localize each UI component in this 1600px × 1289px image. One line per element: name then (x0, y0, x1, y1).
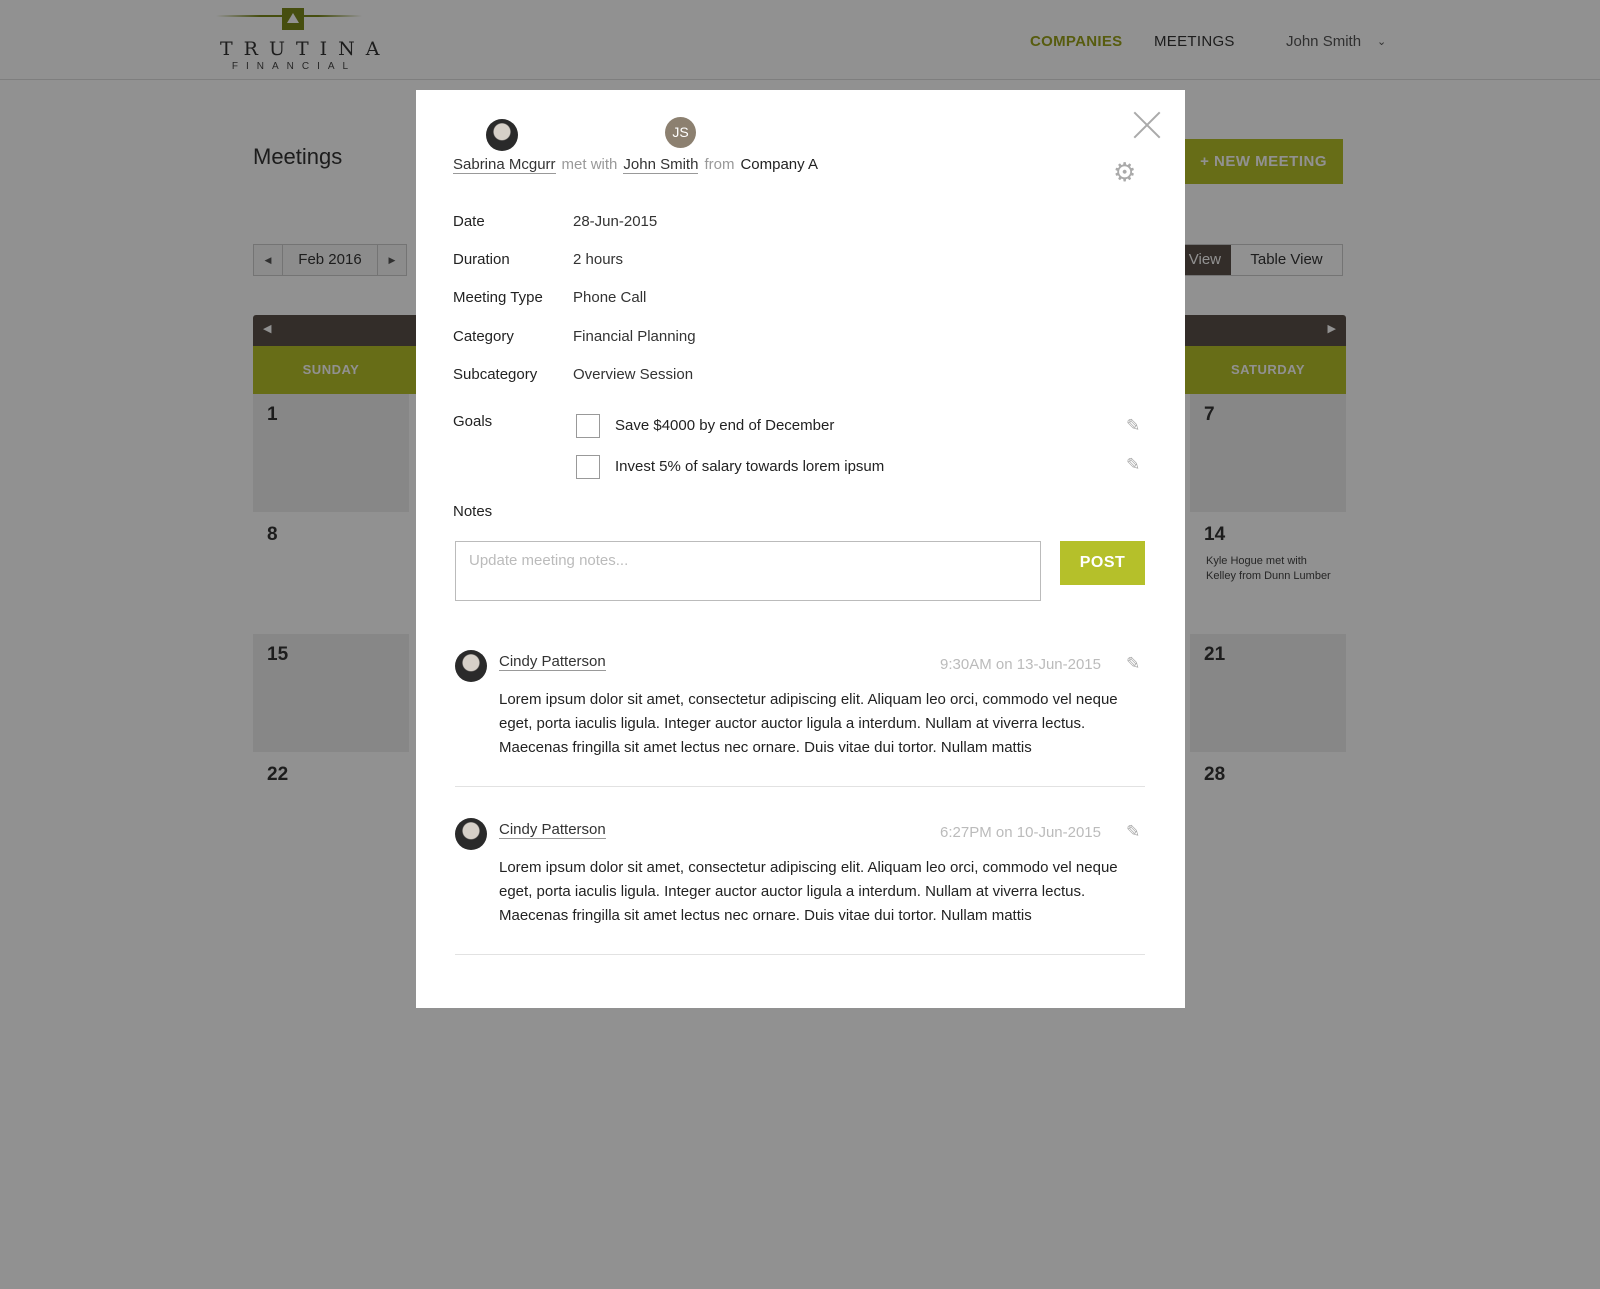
company-name: Company A (740, 156, 818, 173)
met-with-text: met with (561, 156, 618, 173)
meeting-type-value: Phone Call (573, 289, 647, 306)
avatar (455, 650, 487, 682)
pencil-icon[interactable]: ✎ (1126, 655, 1140, 672)
host-link[interactable]: Sabrina Mcgurr (453, 156, 556, 174)
comment-divider (455, 786, 1145, 787)
guest-link[interactable]: John Smith (623, 156, 699, 174)
avatar (486, 119, 518, 151)
pencil-icon[interactable]: ✎ (1126, 417, 1140, 434)
field-label: Date (453, 213, 485, 230)
avatar-initials: JS (665, 117, 696, 148)
goal-text: Invest 5% of salary towards lorem ipsum (615, 458, 885, 475)
category-value: Financial Planning (573, 328, 696, 345)
duration-value: 2 hours (573, 251, 624, 268)
subcategory-value: Overview Session (573, 366, 694, 383)
goal-checkbox[interactable] (576, 414, 600, 438)
field-label: Duration (453, 251, 510, 268)
from-text: from (704, 156, 735, 173)
pencil-icon[interactable]: ✎ (1126, 823, 1140, 840)
notes-input[interactable] (455, 541, 1041, 601)
notes-label: Notes (453, 503, 493, 520)
comment-timestamp: 9:30AM on 13-Jun-2015 (940, 656, 1101, 673)
post-button[interactable]: POST (1060, 541, 1145, 585)
field-label: Category (453, 328, 514, 345)
avatar (455, 818, 487, 850)
comment-author-link[interactable]: Cindy Patterson (499, 821, 606, 839)
gear-icon[interactable]: ⚙ (1113, 159, 1136, 185)
meeting-detail-modal: ⚙ JS Sabrina Mcgurr met with John Smith fro… (416, 90, 1185, 1008)
close-icon[interactable] (1132, 110, 1162, 140)
meeting-participants: Sabrina Mcgurr met with John Smith from Comp… (453, 156, 818, 174)
comment-timestamp: 6:27PM on 10-Jun-2015 (940, 824, 1101, 841)
date-value: 28-Jun-2015 (573, 213, 658, 230)
comment-author-link[interactable]: Cindy Patterson (499, 653, 606, 671)
field-label: Subcategory (453, 366, 538, 383)
goal-checkbox[interactable] (576, 455, 600, 479)
comment-body: Lorem ipsum dolor sit amet, consectetur … (499, 691, 1118, 756)
comment-body: Lorem ipsum dolor sit amet, consectetur … (499, 859, 1118, 924)
goals-label: Goals (453, 413, 493, 430)
goal-text: Save $4000 by end of December (615, 417, 835, 434)
field-label: Meeting Type (453, 289, 543, 306)
comment-divider (455, 954, 1145, 955)
pencil-icon[interactable]: ✎ (1126, 456, 1140, 473)
